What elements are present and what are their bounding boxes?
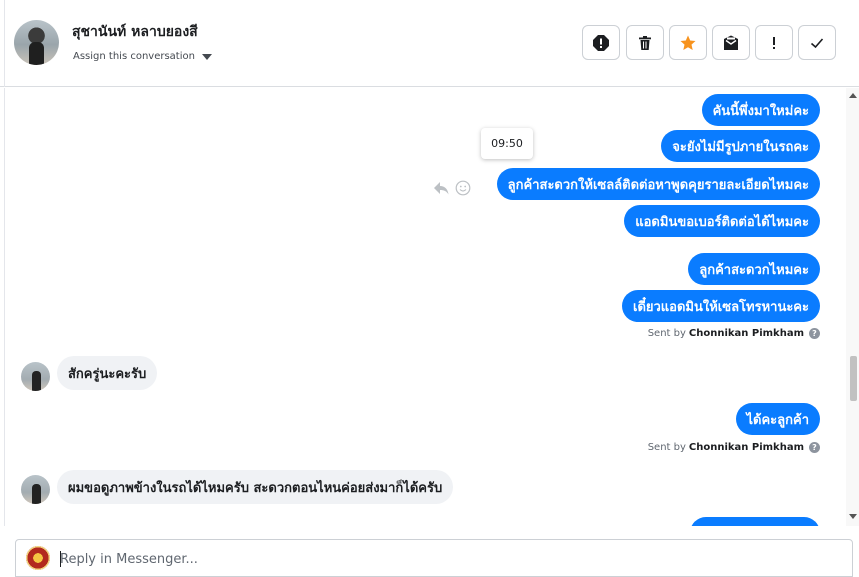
sent-by-label: Sent by Chonnikan Pimkham ? xyxy=(648,328,820,339)
page-avatar xyxy=(26,546,50,570)
outgoing-message[interactable]: จะยังไม่มีรูปภายในรถคะ xyxy=(661,130,820,162)
sent-by-prefix: Sent by xyxy=(647,442,686,453)
incoming-message[interactable]: สักครู่นะคะรับ xyxy=(57,356,158,390)
outgoing-message[interactable]: ลูกค้าสะดวกให้เซลล์ติดต่อหาพูดคุยรายละเอ… xyxy=(496,168,820,200)
assign-conversation-dropdown[interactable]: Assign this conversation xyxy=(73,51,212,62)
scroll-thumb[interactable] xyxy=(850,356,857,401)
reply-input[interactable] xyxy=(60,546,830,572)
help-icon[interactable]: ? xyxy=(809,328,820,339)
incoming-message[interactable]: ผมขอดูภาพข้างในรถได้ไหมครับ สะดวกตอนไหนค… xyxy=(57,470,454,504)
reply-composer xyxy=(15,539,853,577)
help-icon[interactable]: ? xyxy=(809,442,820,453)
contact-name[interactable]: สุชานันท์ หลาบยองสี xyxy=(72,21,198,43)
outgoing-message[interactable]: ลูกค้าสะดวกไหมคะ xyxy=(688,253,820,285)
scroll-up-arrow[interactable] xyxy=(849,93,857,98)
sent-by-label: Sent by Chonnikan Pimkham ? xyxy=(648,442,820,453)
outgoing-message[interactable]: แอดมินขอเบอร์ติดต่อได้ไหมคะ xyxy=(624,205,820,237)
outgoing-message-partial[interactable] xyxy=(690,517,820,526)
star-button[interactable] xyxy=(669,25,707,60)
chevron-down-icon xyxy=(201,53,212,60)
contact-avatar-small xyxy=(21,362,50,391)
trash-icon xyxy=(639,35,651,50)
divider xyxy=(4,0,5,87)
outgoing-message[interactable]: ได้คะลูกค้า xyxy=(735,403,820,435)
outgoing-message[interactable]: คันนี้พึ่งมาใหม่คะ xyxy=(701,94,820,126)
mark-unread-button[interactable] xyxy=(712,25,750,60)
follow-up-button[interactable] xyxy=(755,25,793,60)
timestamp-tooltip: 09:50 xyxy=(481,128,533,159)
scroll-down-arrow[interactable] xyxy=(849,514,857,519)
divider xyxy=(4,88,5,526)
scrollbar[interactable] xyxy=(846,88,859,526)
mark-done-button[interactable] xyxy=(798,25,836,60)
outgoing-message[interactable]: เดี๋ยวแอดมินให้เซลโทรหานะคะ xyxy=(622,290,820,322)
mark-spam-button[interactable] xyxy=(582,25,620,60)
spam-icon xyxy=(593,34,609,51)
emoji-react-icon[interactable] xyxy=(455,180,471,196)
sent-by-prefix: Sent by xyxy=(647,328,686,339)
sent-by-agent: Chonnikan Pimkham xyxy=(688,442,804,453)
delete-button[interactable] xyxy=(626,25,664,60)
assign-label: Assign this conversation xyxy=(73,51,195,62)
contact-avatar[interactable] xyxy=(14,20,59,65)
reply-icon[interactable] xyxy=(432,179,450,197)
done-icon xyxy=(810,37,824,48)
star-icon xyxy=(680,35,696,50)
mark-unread-icon xyxy=(724,35,738,50)
conversation-header: สุชานันท์ หลาบยองสี Assign this conversa… xyxy=(0,0,859,87)
message-thread[interactable]: 09:50 คันนี้พึ่งมาใหม่คะ จะยังไม่มีรูปภา… xyxy=(0,88,859,526)
sent-by-agent: Chonnikan Pimkham xyxy=(688,328,804,339)
contact-avatar-small xyxy=(21,475,50,504)
follow-up-icon xyxy=(773,36,775,49)
